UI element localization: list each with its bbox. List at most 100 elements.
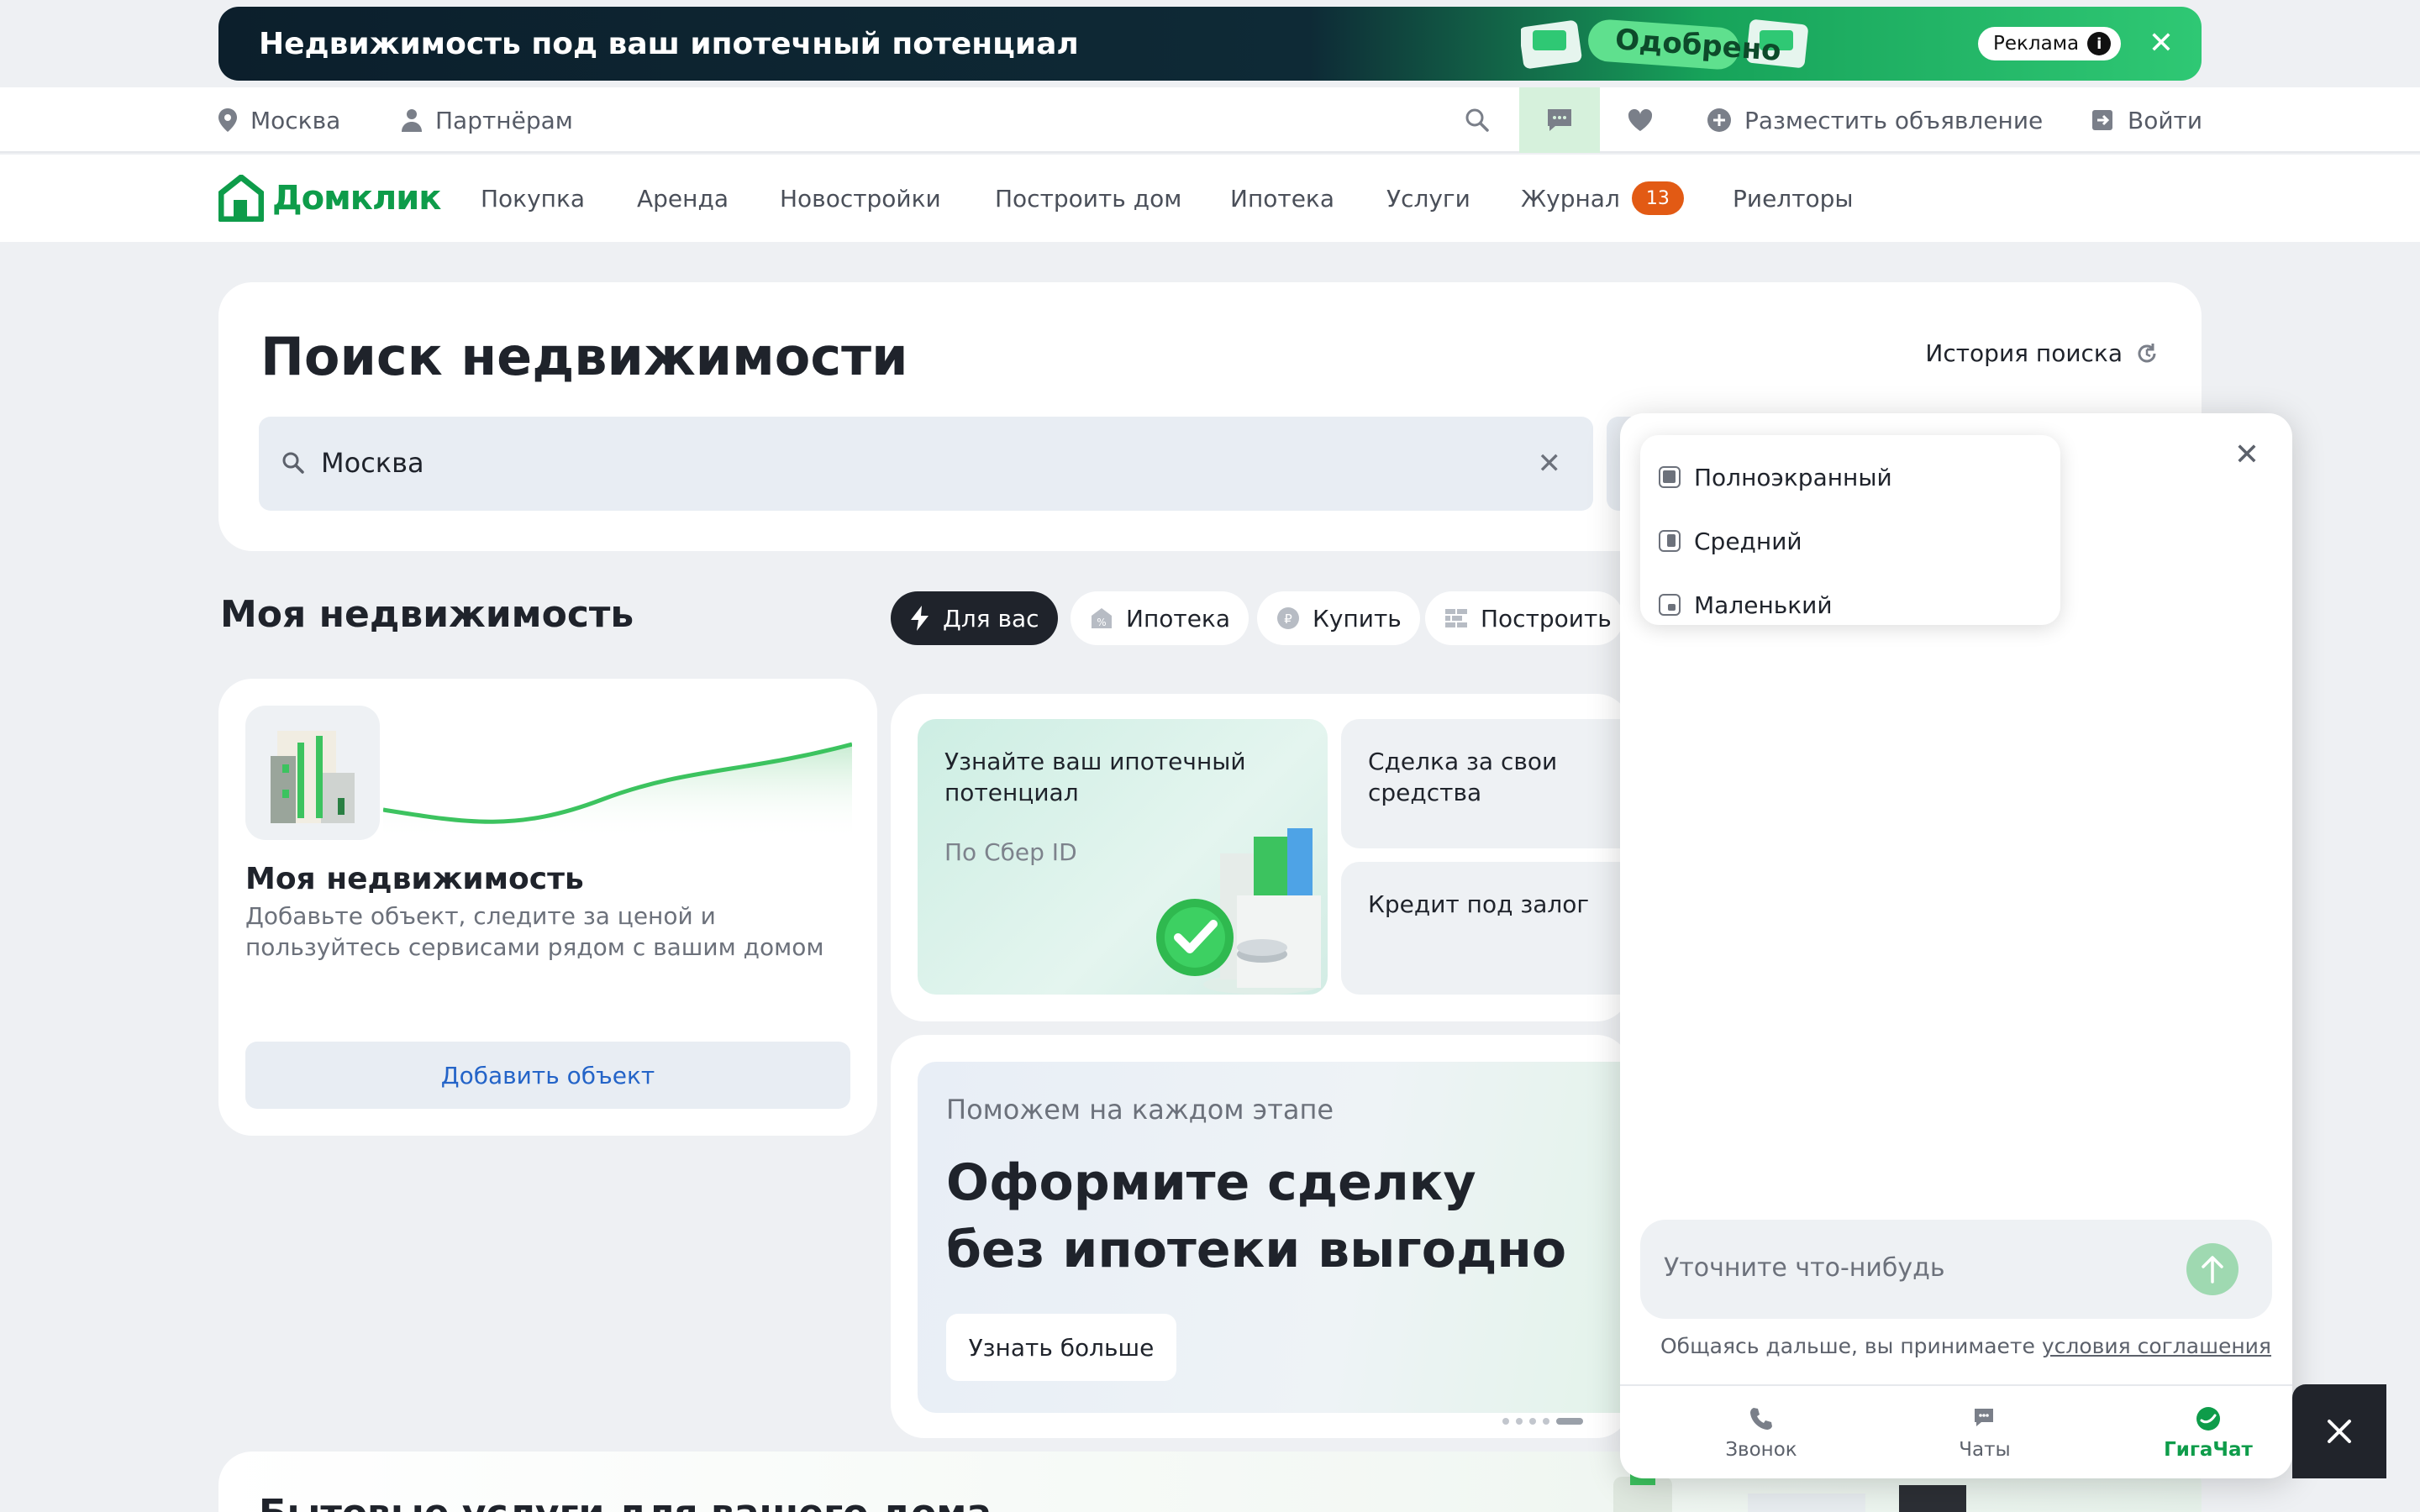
ad-banner[interactable]: Недвижимость под ваш ипотечный потенциал… [218,7,2202,81]
chat-icon [1548,109,1571,131]
chat-size-menu: Полноэкранный Средний Маленький [1640,435,2060,625]
send-button[interactable] [2186,1243,2238,1295]
search-button[interactable] [1464,87,1491,153]
chip-label: Построить [1481,604,1612,633]
clear-search-button[interactable]: ✕ [1538,447,1562,480]
login-button[interactable]: Войти [2089,87,2202,153]
chat-input-placeholder: Уточните что-нибудь [1664,1253,1945,1283]
logo[interactable]: Домклик [218,175,441,222]
promo-title: Кредит под залог [1368,890,1590,918]
chat-bubbles-icon [1975,1409,1993,1426]
phone-icon [1750,1408,1772,1430]
search-history-link[interactable]: История поиска [1925,339,2160,367]
bricks-icon [1445,609,1467,627]
promo-card-own-funds[interactable]: Сделка за свои средства [1341,719,1630,848]
svg-text:₽: ₽ [1284,612,1292,627]
login-icon [2092,110,2112,130]
plus-circle-icon [1707,108,1731,132]
partners-link[interactable]: Партнёрам [400,87,573,153]
location-pin-icon [218,108,237,132]
card-description: Добавьте объект, следите за ценой и поль… [245,902,824,961]
logo-text: Домклик [272,179,441,218]
promo-subtitle: По Сбер ID [944,838,1077,866]
chip-buy[interactable]: ₽ Купить [1257,591,1420,645]
section-heading: Моя недвижимость [220,593,634,636]
tab-call[interactable]: Звонок [1677,1386,1845,1478]
nav-item-build-house[interactable]: Построить дом [995,155,1181,242]
ad-close-button[interactable]: ✕ [2146,29,2176,59]
card-title: Моя недвижимость [245,862,584,896]
tab-label: Звонок [1725,1439,1797,1461]
nav-item-mortgage[interactable]: Ипотека [1230,155,1334,242]
chat-widget: ✕ Полноэкранный Средний Маленький Уточни… [1620,413,2292,1478]
price-trend-graphic [382,706,853,840]
ad-label-pill[interactable]: Реклама i [1978,27,2122,60]
learn-more-button[interactable]: Узнать больше [946,1314,1176,1381]
top-bar: Москва Партнёрам Разместить объявление В… [0,87,2420,153]
widget-close-button[interactable] [2292,1384,2386,1478]
deal-subtitle: Поможем на каждом этапе [946,1094,1334,1126]
nav-item-buy[interactable]: Покупка [481,155,585,242]
carousel-dot[interactable] [1529,1418,1536,1425]
chat-tabs: Звонок Чаты ГигаЧат [1620,1384,2292,1478]
svg-text:%: % [1097,617,1106,628]
teaser-title: Бытовые услуги для вашего дома [259,1492,992,1512]
nav-item-realtors[interactable]: Риелторы [1733,155,1854,242]
agreement-text: Общаясь дальше, вы принимаете [1660,1334,2042,1358]
chip-for-you[interactable]: Для вас [891,591,1058,645]
history-icon [2138,343,2156,362]
post-ad-button[interactable]: Разместить объявление [1706,87,2043,153]
promo-block: Узнайте ваш ипотечный потенциал По Сбер … [891,694,1630,1021]
carousel-dots[interactable] [1502,1418,1583,1425]
arrow-up-icon [2202,1256,2223,1284]
deal-block: Поможем на каждом этапе Оформите сделку … [891,1035,1630,1438]
search-input[interactable]: Москва ✕ [259,417,1593,511]
carousel-dot[interactable] [1543,1418,1549,1425]
size-option-medium[interactable]: Средний [1659,514,1802,568]
size-option-label: Средний [1694,527,1802,555]
tab-chats[interactable]: Чаты [1901,1386,2069,1478]
carousel-dot[interactable] [1516,1418,1523,1425]
chat-message-input[interactable]: Уточните что-нибудь [1640,1220,2272,1319]
search-history-label: История поиска [1925,339,2123,367]
favorites-button[interactable] [1627,87,1654,153]
nav-item-journal[interactable]: Журнал 13 [1521,155,1684,242]
domclick-logo-icon [218,175,264,222]
ad-title: Недвижимость под ваш ипотечный потенциал [259,27,1079,61]
deal-title-line: Оформите сделку [946,1153,1476,1212]
post-ad-label: Разместить объявление [1744,106,2044,134]
chip-mortgage[interactable]: % Ипотека [1071,591,1249,645]
agreement-link[interactable]: условия соглашения [2042,1334,2271,1358]
search-icon [1465,108,1489,132]
ruble-coin-icon: ₽ [1277,607,1299,629]
size-option-fullscreen[interactable]: Полноэкранный [1659,450,1892,504]
tab-gigachat[interactable]: ГигаЧат [2124,1386,2292,1478]
add-object-button[interactable]: Добавить объект [245,1042,850,1109]
close-icon [2328,1420,2351,1443]
chat-close-button[interactable]: ✕ [2230,438,2264,472]
promo-card-mortgage-potential[interactable]: Узнайте ваш ипотечный потенциал По Сбер … [918,719,1328,995]
carousel-dot[interactable] [1502,1418,1509,1425]
size-option-small[interactable]: Маленький [1659,578,1833,632]
deal-banner[interactable]: Поможем на каждом этапе Оформите сделку … [918,1062,1630,1413]
gigachat-icon [2196,1407,2220,1431]
city-label: Москва [250,106,341,134]
ad-label: Реклама [1993,33,2080,55]
promo-title: Сделка за свои средства [1368,748,1558,806]
city-selector[interactable]: Москва [217,87,340,153]
promo-title: Узнайте ваш ипотечный потенциал [944,748,1246,806]
promo-card-secured-loan[interactable]: Кредит под залог [1341,862,1630,995]
percent-house-icon: % [1092,608,1112,628]
person-icon [402,109,422,132]
chat-toggle-button[interactable] [1519,87,1600,153]
chip-build[interactable]: Построить [1425,591,1623,645]
heart-icon [1628,108,1653,131]
nav-item-services[interactable]: Услуги [1386,155,1470,242]
nav-item-new-buildings[interactable]: Новостройки [780,155,941,242]
chip-label: Для вас [943,604,1039,633]
nav-item-rent[interactable]: Аренда [637,155,729,242]
carousel-dot-active[interactable] [1556,1418,1583,1425]
page-title: Поиск недвижимости [260,326,908,387]
partners-label: Партнёрам [435,106,573,134]
tab-label: Чаты [1959,1439,2011,1461]
